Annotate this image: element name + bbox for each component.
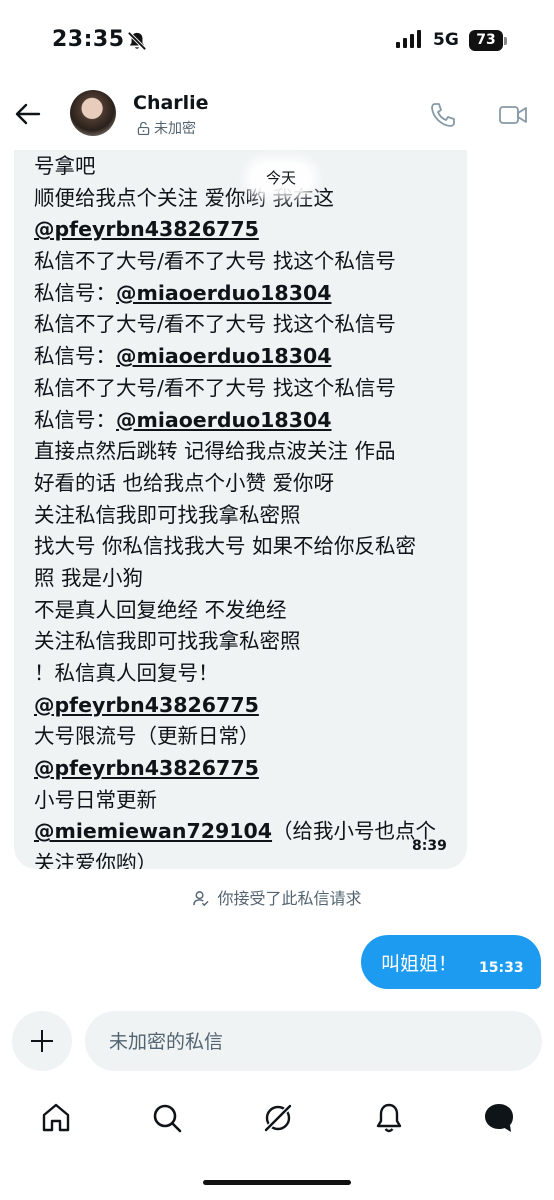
bell-slash-icon (127, 31, 147, 51)
outgoing-message-bubble[interactable]: 叫姐姐！ 15:33 (361, 935, 541, 989)
message-line: 私信不了大号/看不了大号 找这个私信号 (34, 312, 396, 337)
message-time: 8:39 (412, 838, 447, 854)
mention-link[interactable]: @miemiewan729104 (34, 819, 272, 843)
back-arrow-icon[interactable] (14, 100, 42, 128)
message-line: 关注私信我即可找我拿私密照 (34, 502, 301, 527)
message-line: 关注私信我即可找我拿私密照 (34, 629, 301, 654)
message-text: 号拿吧 顺便给我点个关注 爱你哟 我在这 @pfeyrbn43826775 私信… (34, 151, 454, 869)
mention-link[interactable]: @miaoerduo18304 (116, 281, 332, 305)
encryption-label: 未加密 (154, 121, 196, 137)
request-accepted-notice: 你接受了此私信请求 (0, 885, 554, 909)
message-line: 直接点然后跳转 记得给我点波关注 作品 (34, 439, 396, 464)
message-input[interactable] (107, 1011, 521, 1073)
phone-icon[interactable] (428, 100, 458, 130)
mention-link[interactable]: @miaoerduo18304 (116, 344, 332, 368)
message-composer (85, 1011, 542, 1073)
accepted-text: 你接受了此私信请求 (217, 889, 362, 908)
message-line: 小号日常更新 (34, 787, 157, 812)
mention-link[interactable]: @miaoerduo18304 (116, 408, 332, 432)
unlock-icon (137, 122, 150, 135)
video-call-icon[interactable] (498, 100, 528, 130)
avatar[interactable] (70, 90, 116, 136)
battery-tip (504, 37, 507, 45)
signal-icon (396, 30, 426, 48)
home-indicator (203, 1180, 351, 1185)
home-icon[interactable] (39, 1101, 73, 1135)
message-line: 关注爱你哟） (34, 851, 157, 869)
notifications-icon[interactable] (372, 1101, 406, 1135)
message-line: ！私信真人回复号！ (34, 661, 219, 685)
encryption-status: 未加密 (137, 118, 196, 138)
incoming-message-bubble[interactable]: 号拿吧 顺便给我点个关注 爱你哟 我在这 @pfeyrbn43826775 私信… (14, 140, 467, 869)
message-line: 顺便给我点个关注 爱你哟 我在这 (34, 185, 335, 210)
grok-icon[interactable] (261, 1101, 295, 1135)
message-line: 私信号：@miaoerduo18304 (34, 344, 332, 369)
network-type: 5G (433, 30, 459, 50)
plus-icon-vertical (41, 1030, 43, 1052)
date-separator: 今天 (250, 163, 312, 193)
bottom-nav (0, 1090, 554, 1150)
message-line: 好看的话 也给我点个小赞 爱你呀 (34, 470, 335, 495)
person-icon (193, 891, 210, 907)
battery-icon: 73 (469, 30, 503, 51)
message-line: 私信不了大号/看不了大号 找这个私信号 (34, 375, 396, 400)
message-line: 找大号 你私信找我大号 如果不给你反私密 (34, 534, 417, 559)
message-line: 大号限流号（更新日常） (34, 724, 260, 749)
message-line: 私信不了大号/看不了大号 找这个私信号 (34, 249, 396, 274)
mention-link[interactable]: @pfeyrbn43826775 (34, 753, 454, 785)
conversation-header: Charlie 未加密 (0, 80, 554, 150)
mention-link[interactable]: @pfeyrbn43826775 (34, 214, 454, 246)
message-line: 照 我是小狗 (34, 565, 144, 590)
search-icon[interactable] (150, 1101, 184, 1135)
message-line: 号拿吧 (34, 154, 96, 178)
mention-link[interactable]: @pfeyrbn43826775 (34, 690, 454, 722)
message-line: 不是真人回复绝经 不发绝经 (34, 597, 287, 622)
outgoing-message-text: 叫姐姐！ (381, 953, 458, 975)
message-line: @miemiewan729104（给我小号也点个 (34, 819, 437, 844)
outgoing-message-time: 15:33 (479, 960, 524, 976)
contact-name[interactable]: Charlie (133, 92, 209, 114)
message-line: 私信号：@miaoerduo18304 (34, 280, 332, 305)
message-line: 私信号：@miaoerduo18304 (34, 407, 332, 432)
status-bar: 23:35 5G 73 (0, 0, 554, 80)
add-attachment-button[interactable] (12, 1011, 72, 1071)
messages-icon[interactable] (482, 1101, 516, 1135)
status-time: 23:35 (52, 27, 125, 52)
